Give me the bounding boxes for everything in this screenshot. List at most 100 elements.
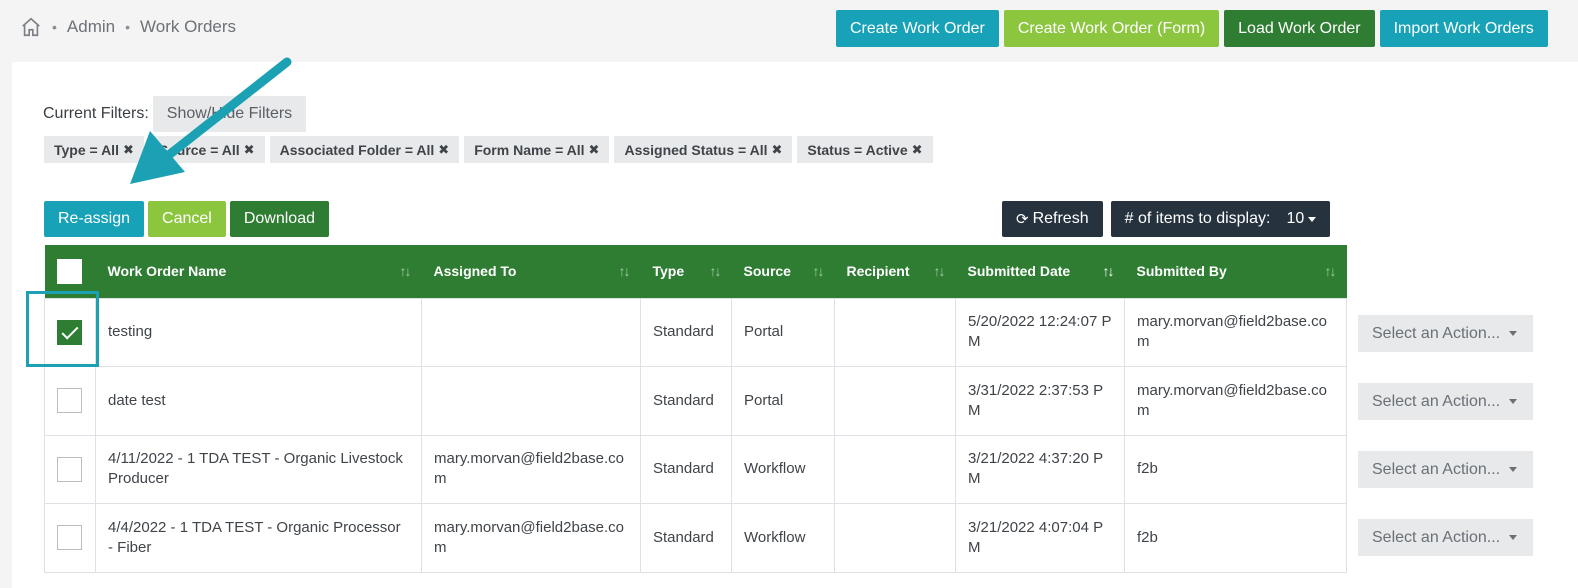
cell-type: Standard	[640, 297, 732, 367]
cell-work-order-name[interactable]: testing	[95, 297, 422, 367]
filter-chip-label: Form Name = All	[474, 141, 585, 158]
cell-submitted-by: mary.morvan@field2base.com	[1124, 366, 1347, 436]
column-header-type[interactable]: Type ↑↓	[640, 245, 732, 298]
cancel-button[interactable]: Cancel	[148, 201, 226, 237]
current-filters: Current Filters: Show/Hide Filters	[43, 96, 307, 132]
remove-filter-icon[interactable]: ✖	[771, 142, 782, 158]
cell-submitted-date: 3/31/2022 2:37:53 PM	[955, 366, 1125, 436]
column-label: Type	[652, 263, 685, 280]
annotation-highlight-box	[26, 291, 99, 367]
filter-chip-label: Source = All	[158, 141, 240, 158]
breadcrumb-work-orders: Work Orders	[140, 17, 237, 36]
sort-icon[interactable]: ↑↓	[813, 263, 825, 279]
import-work-orders-button[interactable]: Import Work Orders	[1379, 10, 1548, 47]
row-select-cell	[44, 434, 96, 504]
cell-recipient	[834, 503, 956, 573]
row-checkbox[interactable]	[57, 456, 82, 482]
row-action-select[interactable]: Select an Action...	[1358, 383, 1533, 420]
sort-icon[interactable]: ↑↓	[934, 263, 946, 279]
filter-chip-label: Associated Folder = All	[279, 141, 435, 158]
cell-assigned-to: mary.morvan@field2base.com	[421, 503, 641, 573]
column-header-submitted-date[interactable]: Submitted Date ↑↓	[955, 245, 1125, 298]
cell-work-order-name[interactable]: 4/4/2022 - 1 TDA TEST - Organic Processo…	[95, 503, 422, 573]
column-header-submitted-by[interactable]: Submitted By ↑↓	[1124, 245, 1347, 298]
row-checkbox[interactable]	[57, 525, 82, 551]
items-per-page-dropdown[interactable]: # of items to display: 10	[1110, 201, 1331, 237]
table-row: 4/11/2022 - 1 TDA TEST - Organic Livesto…	[44, 434, 1347, 504]
cell-work-order-name[interactable]: date test	[95, 366, 422, 436]
row-select-cell	[44, 366, 96, 436]
remove-filter-icon[interactable]: ✖	[244, 142, 255, 158]
column-label: Submitted Date	[967, 263, 1071, 280]
items-per-page-label: # of items to display:	[1124, 210, 1271, 227]
remove-filter-icon[interactable]: ✖	[123, 142, 134, 158]
sort-icon[interactable]: ↑↓	[1325, 263, 1337, 279]
filter-chip-source[interactable]: Source = All ✖	[148, 136, 265, 163]
remove-filter-icon[interactable]: ✖	[438, 142, 449, 158]
header-button-group: Create Work Order Create Work Order (For…	[836, 10, 1548, 47]
download-button[interactable]: Download	[229, 201, 329, 237]
cell-type: Standard	[640, 366, 732, 436]
cell-submitted-by: f2b	[1124, 503, 1347, 573]
create-work-order-button[interactable]: Create Work Order	[836, 10, 999, 47]
breadcrumb-separator: •	[52, 19, 57, 35]
column-header-recipient[interactable]: Recipient ↑↓	[834, 245, 956, 298]
filter-chip-label: Assigned Status = All	[624, 141, 768, 158]
bulk-action-buttons: Re-assign Cancel Download	[44, 201, 329, 237]
show-hide-filters-button[interactable]: Show/Hide Filters	[152, 96, 307, 132]
cell-submitted-by: f2b	[1124, 434, 1347, 504]
cell-assigned-to	[421, 297, 641, 367]
cell-type: Standard	[640, 434, 732, 504]
filter-chip-label: Status = Active	[807, 141, 908, 158]
column-header-assigned-to[interactable]: Assigned To ↑↓	[421, 245, 641, 298]
row-select-cell	[44, 503, 96, 573]
reassign-button[interactable]: Re-assign	[44, 201, 145, 237]
cell-submitted-date: 3/21/2022 4:37:20 PM	[955, 434, 1125, 504]
cell-work-order-name[interactable]: 4/11/2022 - 1 TDA TEST - Organic Livesto…	[95, 434, 422, 504]
cell-assigned-to	[421, 366, 641, 436]
work-orders-table: Work Order Name ↑↓ Assigned To ↑↓ Type ↑↓ S…	[44, 245, 1347, 573]
cell-recipient	[834, 434, 956, 504]
row-action-select[interactable]: Select an Action...	[1358, 451, 1533, 488]
top-bar: • Admin • Work Orders Create Work Order …	[0, 0, 1578, 62]
refresh-label: Refresh	[1032, 210, 1089, 227]
column-label: Source	[743, 263, 791, 280]
chevron-down-icon	[1509, 399, 1517, 404]
refresh-button[interactable]: ⟳ Refresh	[1002, 201, 1103, 237]
row-action-select[interactable]: Select an Action...	[1358, 315, 1533, 352]
filter-chip-associated-folder[interactable]: Associated Folder = All ✖	[269, 136, 460, 163]
load-work-order-button[interactable]: Load Work Order	[1224, 10, 1375, 47]
sort-icon[interactable]: ↑↓	[619, 263, 631, 279]
column-label: Recipient	[846, 263, 910, 280]
table-row: testing Standard Portal 5/20/2022 12:24:…	[44, 297, 1347, 367]
create-work-order-form-button[interactable]: Create Work Order (Form)	[1003, 10, 1220, 47]
cell-source: Workflow	[731, 434, 835, 504]
chevron-down-icon	[1509, 331, 1517, 336]
table-row: date test Standard Portal 3/31/2022 2:37…	[44, 366, 1347, 436]
row-action-label: Select an Action...	[1372, 460, 1501, 478]
items-per-page-value: 10	[1286, 210, 1305, 227]
filter-chip-assigned-status[interactable]: Assigned Status = All ✖	[614, 136, 793, 163]
row-action-select[interactable]: Select an Action...	[1358, 519, 1533, 556]
select-all-checkbox[interactable]	[56, 258, 82, 284]
sort-icon[interactable]: ↑↓	[710, 263, 722, 279]
remove-filter-icon[interactable]: ✖	[589, 142, 600, 158]
filter-chip-type[interactable]: Type = All ✖	[44, 136, 144, 163]
chevron-down-icon	[1509, 467, 1517, 472]
sort-icon[interactable]: ↑↓	[400, 263, 412, 279]
column-header-work-order-name[interactable]: Work Order Name ↑↓	[95, 245, 422, 298]
home-icon[interactable]	[20, 16, 42, 38]
remove-filter-icon[interactable]: ✖	[912, 142, 923, 158]
breadcrumb-admin[interactable]: Admin	[67, 17, 115, 37]
filter-chip-label: Type = All	[54, 141, 119, 158]
filter-chip-status[interactable]: Status = Active ✖	[797, 136, 933, 163]
sort-icon[interactable]: ↑↓	[1103, 263, 1115, 279]
column-label: Assigned To	[433, 263, 517, 280]
column-header-source[interactable]: Source ↑↓	[731, 245, 835, 298]
cell-recipient	[834, 297, 956, 367]
row-checkbox[interactable]	[57, 388, 82, 414]
cell-source: Portal	[731, 366, 835, 436]
cell-source: Workflow	[731, 503, 835, 573]
row-action-label: Select an Action...	[1372, 528, 1501, 546]
filter-chip-form-name[interactable]: Form Name = All ✖	[464, 136, 610, 163]
